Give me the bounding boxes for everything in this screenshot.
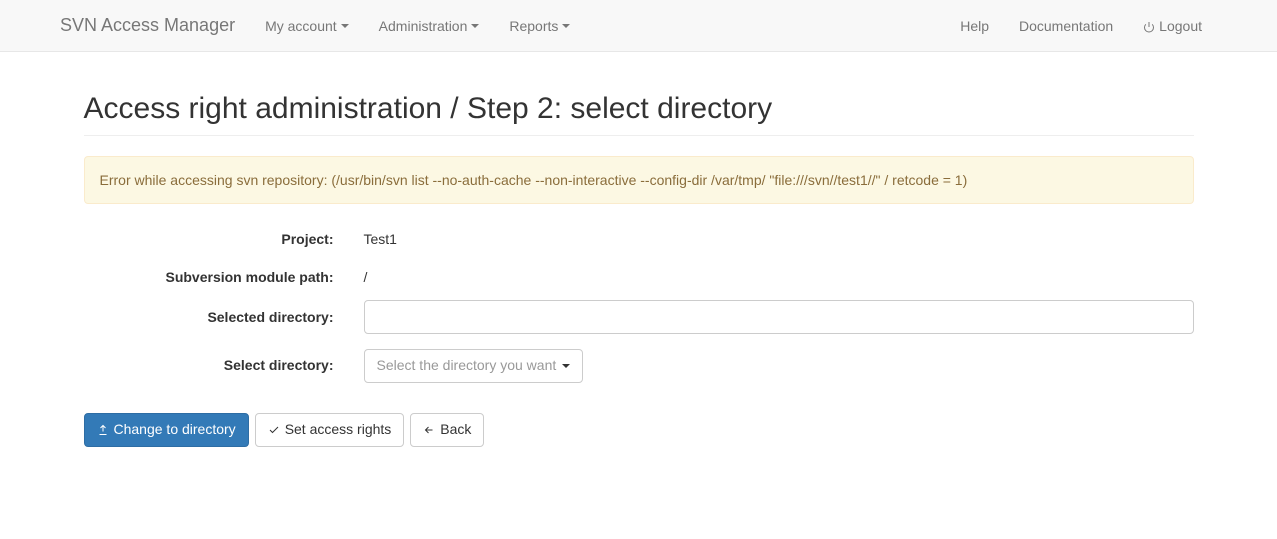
selected-directory-input[interactable]: [364, 300, 1194, 334]
select-directory-placeholder: Select the directory you want: [377, 356, 557, 376]
power-icon: [1143, 20, 1155, 32]
error-message: Error while accessing svn repository: (/…: [100, 172, 968, 188]
caret-icon: [471, 24, 479, 28]
change-button-label: Change to directory: [114, 420, 236, 440]
nav-documentation[interactable]: Documentation: [1004, 3, 1128, 49]
selected-directory-label: Selected directory:: [84, 302, 349, 325]
nav-logout-label: Logout: [1159, 18, 1202, 34]
select-directory-row: Select directory: Select the directory y…: [84, 349, 1194, 383]
page-header: Access right administration / Step 2: se…: [84, 92, 1194, 136]
nav-logout[interactable]: Logout: [1128, 3, 1217, 49]
top-navbar: SVN Access Manager My account Administra…: [0, 0, 1277, 52]
caret-icon: [341, 24, 349, 28]
error-alert: Error while accessing svn repository: (/…: [84, 156, 1194, 204]
project-label: Project:: [84, 224, 349, 247]
module-path-row: Subversion module path: /: [84, 262, 1194, 285]
caret-icon: [562, 364, 570, 368]
select-directory-label: Select directory:: [84, 350, 349, 373]
nav-my-account[interactable]: My account: [250, 3, 364, 49]
select-directory-dropdown[interactable]: Select the directory you want: [364, 349, 584, 383]
project-value: Test1: [349, 224, 1194, 247]
set-rights-button-label: Set access rights: [285, 420, 392, 440]
back-button-label: Back: [440, 420, 471, 440]
module-path-value: /: [349, 262, 1194, 285]
page-title: Access right administration / Step 2: se…: [84, 92, 1194, 126]
upload-icon: [97, 424, 109, 436]
back-button[interactable]: Back: [410, 413, 484, 447]
nav-reports-label: Reports: [509, 18, 558, 34]
module-path-label: Subversion module path:: [84, 262, 349, 285]
change-to-directory-button[interactable]: Change to directory: [84, 413, 249, 447]
nav-administration-label: Administration: [379, 18, 468, 34]
arrow-left-icon: [423, 424, 435, 436]
selected-directory-row: Selected directory:: [84, 300, 1194, 334]
nav-help[interactable]: Help: [945, 3, 1004, 49]
nav-my-account-label: My account: [265, 18, 337, 34]
set-access-rights-button[interactable]: Set access rights: [255, 413, 405, 447]
brand-link[interactable]: SVN Access Manager: [60, 0, 250, 51]
check-icon: [268, 424, 280, 436]
nav-reports[interactable]: Reports: [494, 3, 585, 49]
project-row: Project: Test1: [84, 224, 1194, 247]
caret-icon: [562, 24, 570, 28]
nav-administration[interactable]: Administration: [364, 3, 495, 49]
